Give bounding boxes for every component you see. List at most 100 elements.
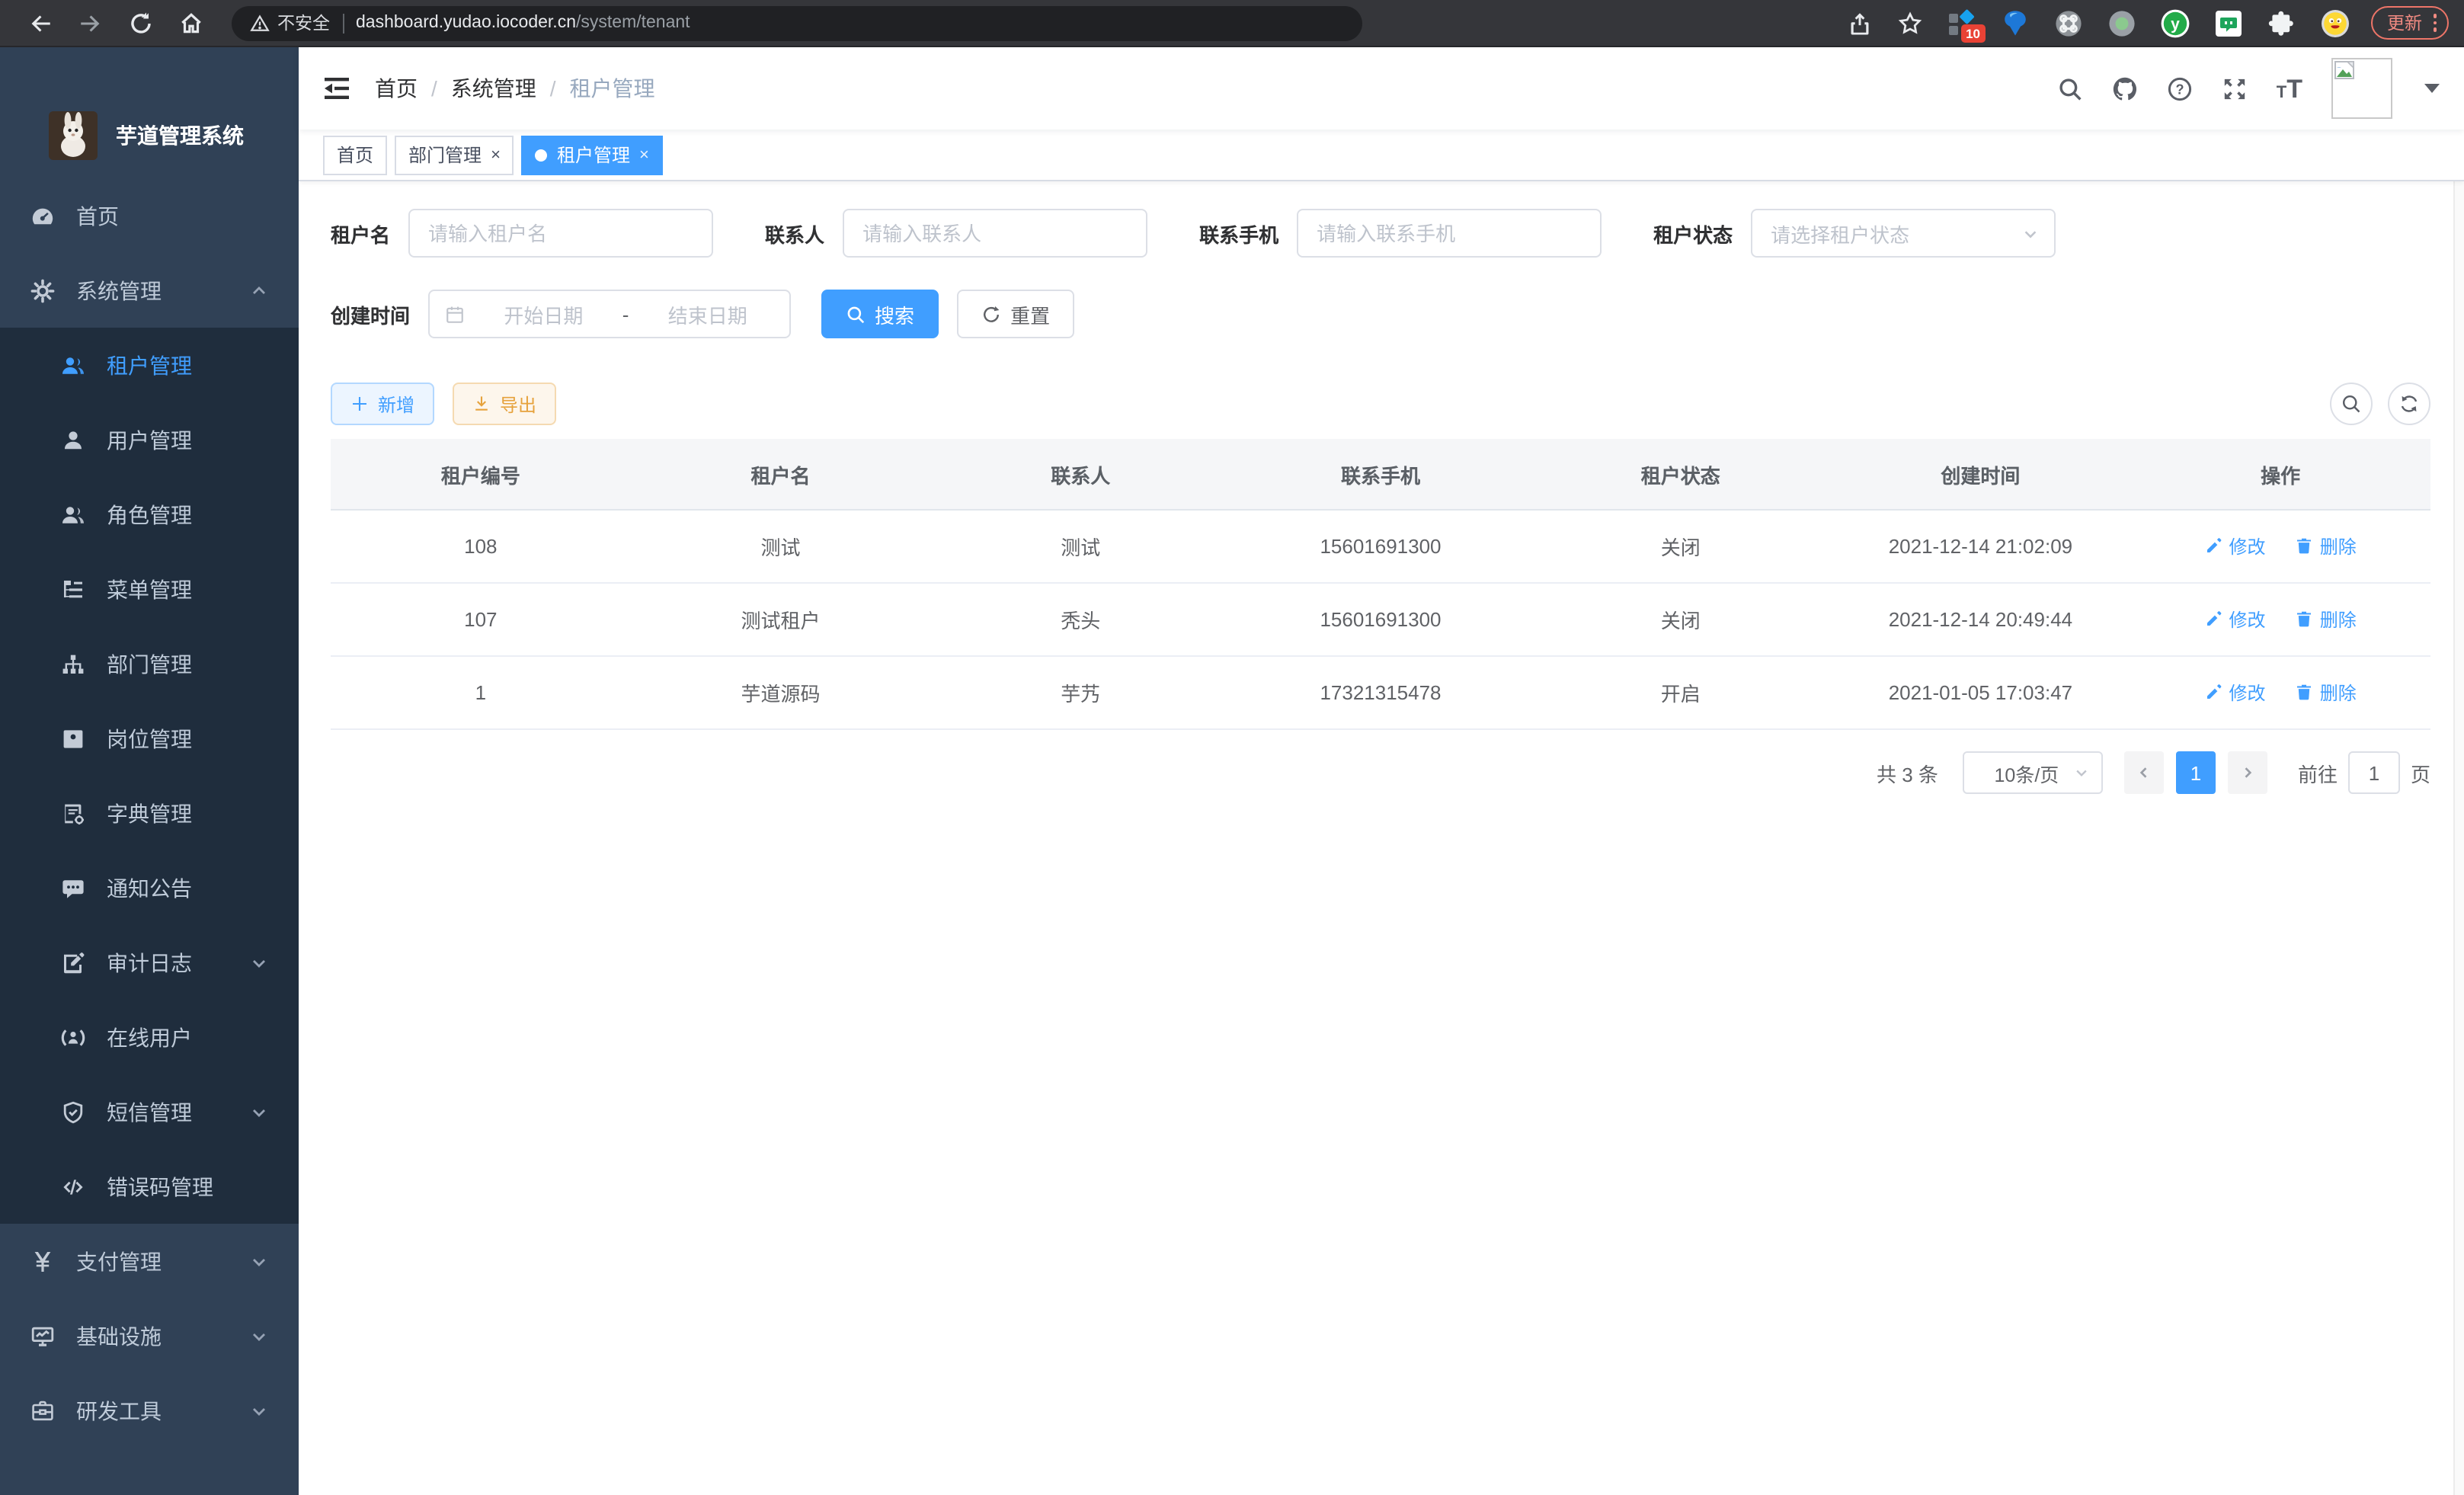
cell-name: 测试 — [631, 532, 931, 561]
prev-page-button[interactable] — [2124, 751, 2164, 794]
sidebar-item-error-code[interactable]: 错误码管理 — [0, 1149, 299, 1224]
cell-actions: 修改 删除 — [2130, 533, 2430, 560]
font-size-icon[interactable]: TT — [2277, 75, 2302, 101]
tag-tenant[interactable]: 租户管理 × — [522, 135, 663, 174]
avatar-dropdown-caret-icon[interactable] — [2424, 84, 2440, 93]
edit-link[interactable]: 修改 — [2204, 680, 2265, 706]
sidebar-item-infra[interactable]: 基础设施 — [0, 1298, 299, 1373]
tenant-name-input[interactable] — [408, 209, 713, 258]
delete-link[interactable]: 删除 — [2296, 680, 2357, 706]
tag-home[interactable]: 首页 — [323, 135, 387, 174]
app-navbar: 首页 / 系统管理 / 租户管理 ? TT — [299, 47, 2464, 130]
status-select[interactable]: 请选择租户状态 — [1751, 209, 2056, 258]
mobile-input[interactable] — [1297, 209, 1602, 258]
extension-command-icon[interactable] — [2053, 8, 2082, 37]
active-tag-dot — [536, 149, 548, 161]
contact-input[interactable] — [843, 209, 1147, 258]
tag-close-icon[interactable]: × — [639, 146, 649, 164]
post-badge-icon — [61, 726, 85, 751]
breadcrumb-system[interactable]: 系统管理 — [451, 73, 536, 104]
cell-id: 107 — [331, 608, 631, 631]
bookmark-star-icon[interactable] — [1896, 10, 1922, 36]
reset-button-label: 重置 — [1010, 299, 1050, 328]
fullscreen-icon[interactable] — [2222, 75, 2248, 101]
sidebar-item-home[interactable]: 首页 — [0, 178, 299, 253]
extension-balloon-icon[interactable] — [2000, 8, 2029, 37]
omnibox-divider — [342, 13, 344, 33]
next-page-button[interactable] — [2228, 751, 2267, 794]
security-label[interactable]: 不安全 — [277, 11, 330, 35]
tag-close-icon[interactable]: × — [491, 146, 501, 164]
browser-forward-icon[interactable] — [78, 10, 104, 36]
help-icon[interactable]: ? — [2167, 75, 2193, 101]
url-path[interactable]: /system/tenant — [576, 14, 690, 32]
col-header-name: 租户名 — [631, 459, 931, 488]
delete-link[interactable]: 删除 — [2296, 533, 2357, 559]
sidebar-item-tenant[interactable]: 租户管理 — [0, 328, 299, 402]
browser-home-icon[interactable] — [178, 10, 204, 36]
extension-green-dot-icon[interactable] — [2107, 8, 2136, 37]
delete-link[interactable]: 删除 — [2296, 607, 2357, 632]
sidebar-item-label: 字典管理 — [107, 798, 192, 828]
edit-link[interactable]: 修改 — [2204, 607, 2265, 632]
date-range-input[interactable]: 开始日期 - 结束日期 — [428, 290, 791, 338]
sidebar-logo-row[interactable]: 芋道管理系统 — [0, 47, 299, 160]
current-page-button[interactable]: 1 — [2176, 751, 2216, 794]
sidebar-item-online-users[interactable]: 在线用户 — [0, 1000, 299, 1074]
reset-button[interactable]: 重置 — [957, 290, 1074, 338]
edit-link[interactable]: 修改 — [2204, 533, 2265, 559]
sidebar-item-pay[interactable]: 支付管理 — [0, 1224, 299, 1298]
browser-back-icon[interactable] — [27, 10, 53, 36]
sidebar-item-label: 系统管理 — [76, 275, 162, 306]
user-avatar-broken-image[interactable] — [2331, 58, 2392, 119]
delete-label: 删除 — [2320, 607, 2357, 632]
tags-view-bar: 首页 部门管理 × 租户管理 × — [299, 130, 2464, 181]
browser-reload-icon[interactable] — [128, 10, 154, 36]
page-content: 租户名 联系人 联系手机 租户状态 请选择租户状态 — [299, 181, 2464, 1495]
tag-dept[interactable]: 部门管理 × — [395, 135, 514, 174]
goto-page-input[interactable] — [2348, 751, 2400, 794]
chevron-down-icon — [250, 1103, 268, 1121]
extensions-puzzle-icon[interactable] — [2267, 8, 2296, 37]
sidebar-item-sms[interactable]: 短信管理 — [0, 1074, 299, 1149]
search-button[interactable]: 搜索 — [821, 290, 939, 338]
sidebar-item-notice[interactable]: 通知公告 — [0, 850, 299, 925]
cell-mobile: 17321315478 — [1230, 681, 1531, 704]
add-button[interactable]: 新增 — [331, 383, 434, 425]
cell-mobile: 15601691300 — [1230, 608, 1531, 631]
date-end-placeholder: 结束日期 — [641, 299, 774, 328]
sidebar-item-dict[interactable]: 字典管理 — [0, 776, 299, 850]
refresh-table-button[interactable] — [2388, 383, 2430, 425]
sidebar-item-system[interactable]: 系统管理 — [0, 253, 299, 328]
sidebar-item-post[interactable]: 岗位管理 — [0, 701, 299, 776]
filter-row-1: 租户名 联系人 联系手机 租户状态 请选择租户状态 — [331, 209, 2430, 258]
share-icon[interactable] — [1846, 10, 1872, 36]
toggle-search-button[interactable] — [2330, 383, 2373, 425]
page-size-select[interactable]: 10条/页 — [1963, 751, 2103, 794]
tenant-name-label: 租户名 — [331, 219, 390, 248]
sidebar-item-devtools[interactable]: 研发工具 — [0, 1373, 299, 1448]
header-search-icon[interactable] — [2057, 75, 2083, 101]
roles-icon — [61, 502, 85, 527]
profile-avatar-icon[interactable] — [2320, 8, 2349, 37]
page-scrollbar[interactable] — [2453, 47, 2464, 1495]
sidebar-item-audit-log[interactable]: 审计日志 — [0, 925, 299, 1000]
sidebar-fold-icon[interactable] — [323, 75, 350, 102]
extension-blocks-icon[interactable]: 10 — [1947, 8, 1976, 37]
address-bar[interactable]: 不安全 dashboard.yudao.iocoder.cn/system/te… — [232, 5, 1362, 40]
status-label: 租户状态 — [1653, 219, 1733, 248]
chrome-update-menu-button[interactable]: 更新 — [2370, 6, 2449, 40]
github-icon[interactable] — [2112, 75, 2138, 101]
sidebar-menu: 首页 系统管理 租户管理 用户管理 角色管理 — [0, 178, 299, 1448]
sidebar-item-dept[interactable]: 部门管理 — [0, 626, 299, 701]
export-button[interactable]: 导出 — [453, 383, 556, 425]
extension-y-icon[interactable]: y — [2160, 8, 2189, 37]
breadcrumb-home[interactable]: 首页 — [375, 73, 418, 104]
sidebar-item-menu[interactable]: 菜单管理 — [0, 552, 299, 626]
url-host[interactable]: dashboard.yudao.iocoder.cn — [356, 14, 576, 32]
browser-toolbar: 不安全 dashboard.yudao.iocoder.cn/system/te… — [0, 0, 2464, 47]
sidebar-item-user[interactable]: 用户管理 — [0, 402, 299, 477]
table-row: 108 测试 测试 15601691300 关闭 2021-12-14 21:0… — [331, 511, 2430, 584]
extension-chat-icon[interactable] — [2213, 8, 2242, 37]
sidebar-item-role[interactable]: 角色管理 — [0, 477, 299, 552]
